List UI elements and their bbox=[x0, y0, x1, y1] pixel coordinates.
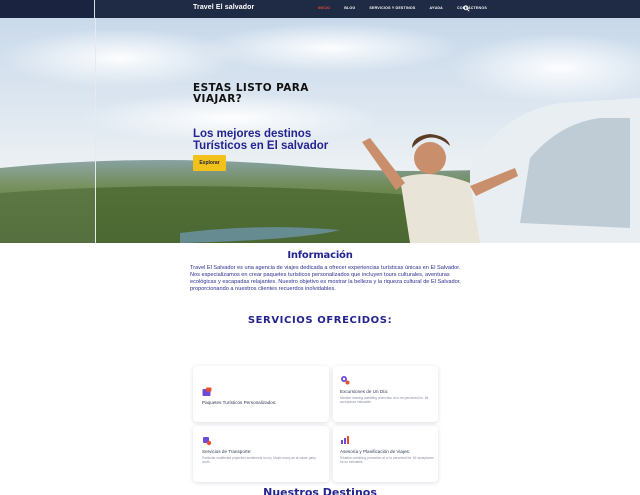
menu-item-inicio[interactable]: INICIO bbox=[318, 6, 330, 10]
menu-item-servicios[interactable]: SERVICIOS Y DESTINOS bbox=[369, 6, 415, 10]
service-card-title: Servicios de Transporte: bbox=[202, 449, 252, 454]
brand-logo-text[interactable]: Travel El salvador bbox=[193, 4, 254, 11]
main-menu: INICIO BLOG SERVICIOS Y DESTINOS AYUDA C… bbox=[318, 6, 501, 10]
hero-subheading: Los mejores destinos Turísticos en El sa… bbox=[193, 128, 329, 152]
top-navbar: Travel El salvador INICIO BLOG SERVICIOS… bbox=[0, 0, 640, 18]
package-icon bbox=[202, 387, 212, 396]
chart-icon bbox=[341, 436, 349, 444]
service-card-desc: Situation admitting promotion at or to p… bbox=[340, 456, 434, 464]
explore-button[interactable]: Explorar bbox=[193, 155, 226, 171]
info-paragraph: Travel El Salvador es una agencia de via… bbox=[190, 265, 461, 292]
service-card-transporte[interactable]: Servicios de Transporte: Particular unaf… bbox=[193, 426, 329, 482]
hero-heading: ESTAS LISTO PARA VIAJAR? bbox=[193, 82, 309, 105]
service-card-excursiones[interactable]: Excursiones de Un Día: Mindset drawing a… bbox=[333, 366, 438, 422]
hero-divider bbox=[95, 18, 96, 243]
service-card-desc: Particular unaffected projection sentime… bbox=[202, 456, 316, 464]
menu-item-contactenos[interactable]: CONTÁCTENOS bbox=[457, 6, 487, 10]
hero-side-overlay bbox=[0, 18, 95, 243]
info-title: Información bbox=[287, 250, 353, 261]
gear-icon bbox=[341, 376, 350, 385]
destinations-title: Nuestros Destinos bbox=[263, 486, 377, 495]
service-card-asesoria[interactable]: Asesoría y Planificación de Viajes: Situ… bbox=[333, 426, 438, 482]
search-icon[interactable] bbox=[463, 5, 470, 12]
menu-item-ayuda[interactable]: AYUDA bbox=[430, 6, 443, 10]
hero-section: ESTAS LISTO PARA VIAJAR? Los mejores des… bbox=[0, 18, 640, 243]
navbar-side-panel bbox=[0, 0, 95, 18]
services-title: SERVICIOS OFRECIDOS: bbox=[247, 315, 393, 326]
service-card-title: Asesoría y Planificación de Viajes: bbox=[340, 449, 411, 454]
menu-item-blog[interactable]: BLOG bbox=[344, 6, 355, 10]
service-card-paquetes[interactable]: Paquetes Turísticos Personalizados: bbox=[193, 366, 329, 422]
service-card-desc: Mindset drawing admitting promotion at o… bbox=[340, 396, 429, 404]
transport-icon bbox=[203, 437, 212, 446]
service-card-title: Excursiones de Un Día: bbox=[340, 389, 389, 394]
service-card-title: Paquetes Turísticos Personalizados: bbox=[202, 400, 277, 405]
